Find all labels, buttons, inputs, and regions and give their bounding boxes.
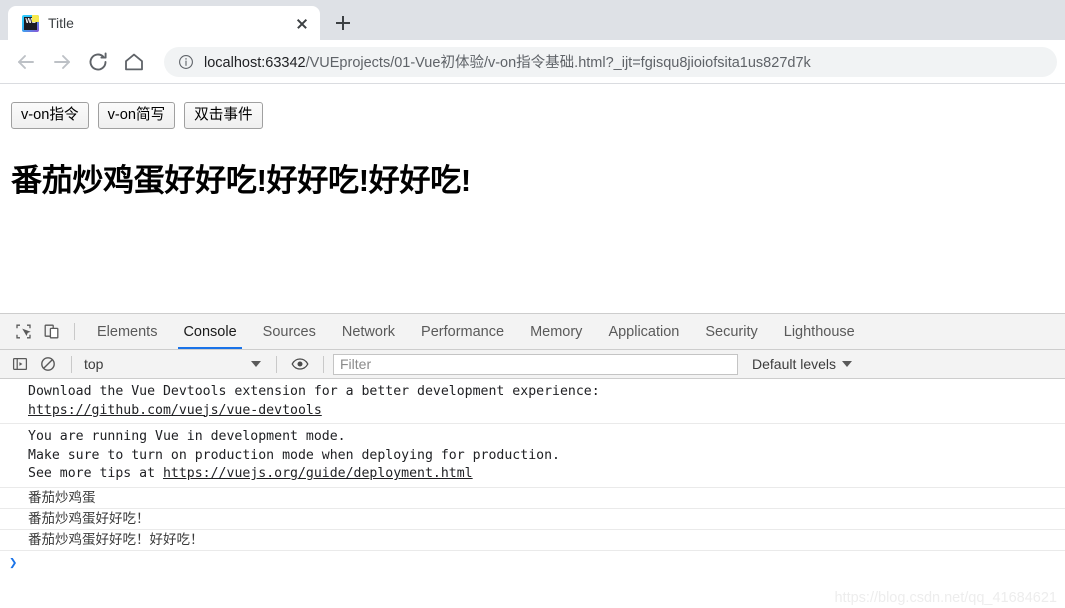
dev-mode-line-1: You are running Vue in development mode.: [28, 429, 346, 444]
inspect-element-icon[interactable]: [9, 319, 37, 345]
tab-memory[interactable]: Memory: [517, 314, 595, 349]
browser-tab[interactable]: WS Title: [8, 6, 320, 40]
log-levels-label: Default levels: [752, 356, 837, 372]
home-icon[interactable]: [118, 46, 150, 78]
webstorm-favicon: WS: [22, 14, 39, 32]
console-message-vue-devtools: Download the Vue Devtools extension for …: [0, 379, 1065, 424]
page-viewport: v-on指令 v-on简写 双击事件 番茄炒鸡蛋好好吃!好好吃!好好吃!: [0, 84, 1065, 312]
tab-network[interactable]: Network: [329, 314, 408, 349]
chevron-down-icon-2: [842, 361, 853, 367]
browser-tab-title: Title: [48, 15, 74, 31]
live-expression-eye-icon[interactable]: [286, 351, 314, 377]
console-log-2: 番茄炒鸡蛋好好吃！: [0, 509, 1065, 530]
dblclick-event-button[interactable]: 双击事件: [184, 102, 263, 130]
tab-performance[interactable]: Performance: [408, 314, 517, 349]
toolbar-divider-3: [276, 355, 277, 373]
tab-security[interactable]: Security: [692, 314, 770, 349]
tab-elements[interactable]: Elements: [84, 314, 170, 349]
vue-devtools-link[interactable]: https://github.com/vuejs/vue-devtools: [28, 403, 322, 418]
page-heading: 番茄炒鸡蛋好好吃!好好吃!好好吃!: [11, 163, 471, 199]
console-toolbar: top Default levels: [0, 350, 1065, 379]
dev-mode-line-3-prefix: See more tips at: [28, 466, 163, 481]
favicon-corner: [32, 14, 39, 22]
toolbar-divider: [74, 323, 75, 340]
info-circle-icon[interactable]: [178, 54, 194, 70]
reload-icon[interactable]: [82, 46, 114, 78]
close-icon[interactable]: [292, 13, 312, 33]
console-filter-input[interactable]: [333, 353, 738, 375]
arrow-left-icon[interactable]: [10, 46, 42, 78]
toolbar-divider-2: [71, 355, 72, 373]
omnibox-path: /VUEprojects/01-Vue初体验/v-on指令基础.html?_ij…: [305, 55, 811, 71]
omnibox-url: localhost:63342/VUEprojects/01-Vue初体验/v-…: [204, 51, 811, 72]
console-prompt-row[interactable]: ❯: [0, 551, 1065, 575]
execution-context-select[interactable]: top: [81, 353, 267, 375]
toolbar-divider-4: [323, 355, 324, 373]
console-sidebar-icon[interactable]: [6, 351, 34, 377]
log-levels-select[interactable]: Default levels: [752, 356, 853, 372]
tab-application[interactable]: Application: [595, 314, 692, 349]
console-log-3: 番茄炒鸡蛋好好吃！好好吃！: [0, 530, 1065, 551]
console-log-1: 番茄炒鸡蛋: [0, 488, 1065, 509]
tab-sources[interactable]: Sources: [250, 314, 329, 349]
arrow-right-icon[interactable]: [46, 46, 78, 78]
console-message-text: Download the Vue Devtools extension for …: [28, 384, 600, 399]
omnibox-host: localhost:63342: [204, 55, 306, 71]
prompt-chevron-icon: ❯: [9, 554, 18, 571]
console-message-list: Download the Vue Devtools extension for …: [0, 379, 1065, 575]
devtools-tab-bar: Elements Console Sources Network Perform…: [0, 314, 1065, 350]
browser-tab-strip: WS Title: [0, 0, 1065, 40]
page-button-row: v-on指令 v-on简写 双击事件: [11, 102, 1057, 130]
chevron-down-icon: [251, 361, 261, 367]
device-toolbar-icon[interactable]: [37, 319, 65, 345]
clear-console-icon[interactable]: [34, 351, 62, 377]
devtools-panel: Elements Console Sources Network Perform…: [0, 313, 1065, 608]
browser-toolbar: localhost:63342/VUEprojects/01-Vue初体验/v-…: [0, 40, 1065, 84]
console-message-dev-mode: You are running Vue in development mode.…: [0, 424, 1065, 488]
vue-deployment-link[interactable]: https://vuejs.org/guide/deployment.html: [163, 466, 473, 481]
dev-mode-line-2: Make sure to turn on production mode whe…: [28, 447, 560, 463]
tab-lighthouse[interactable]: Lighthouse: [771, 314, 868, 349]
new-tab-icon[interactable]: [329, 9, 357, 37]
v-on-shorthand-button[interactable]: v-on简写: [97, 102, 176, 130]
v-on-directive-button[interactable]: v-on指令: [11, 102, 89, 130]
execution-context-label: top: [84, 356, 104, 372]
tab-console[interactable]: Console: [170, 314, 249, 349]
omnibox[interactable]: localhost:63342/VUEprojects/01-Vue初体验/v-…: [164, 46, 1057, 77]
